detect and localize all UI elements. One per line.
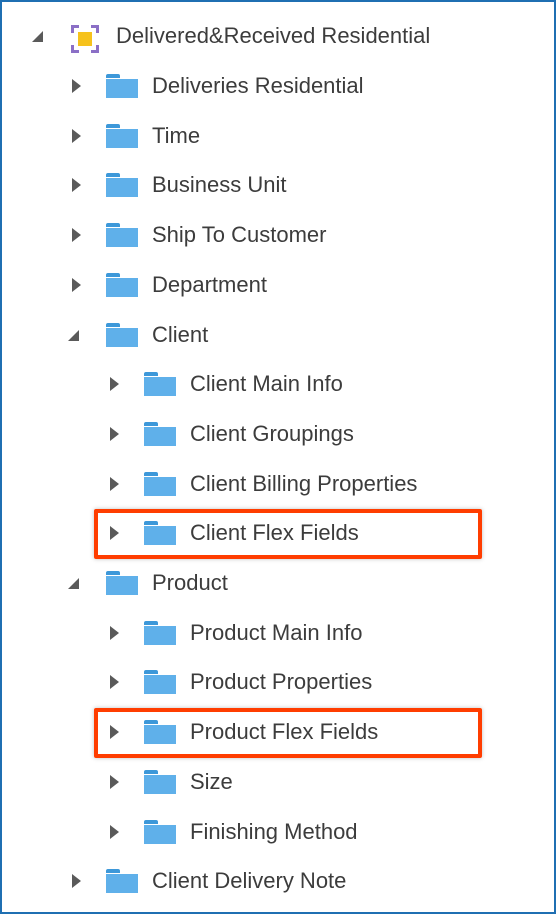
expand-icon[interactable] bbox=[108, 625, 122, 641]
folder-icon bbox=[144, 770, 176, 794]
expand-icon[interactable] bbox=[108, 476, 122, 492]
tree-node-product-main-info[interactable]: Product Main Info bbox=[2, 613, 554, 653]
tree-node-department[interactable]: Department bbox=[2, 265, 554, 305]
folder-icon bbox=[144, 621, 176, 645]
tree-node-size[interactable]: Size bbox=[2, 762, 554, 802]
folder-icon bbox=[106, 223, 138, 247]
tree-node-label: Product bbox=[152, 570, 228, 595]
tree-node-client-groupings[interactable]: Client Groupings bbox=[2, 414, 554, 454]
tree-node-label: Client Delivery Note bbox=[152, 868, 347, 893]
tree-node-ship-to-customer[interactable]: Ship To Customer bbox=[2, 215, 554, 255]
tree-node-finishing-method[interactable]: Finishing Method bbox=[2, 812, 554, 852]
subject-area-tree-panel: Delivered&Received Residential Deliverie… bbox=[0, 0, 556, 914]
folder-icon bbox=[106, 124, 138, 148]
highlight-box-client-flex-fields bbox=[94, 509, 482, 559]
tree-node-label: Finishing Method bbox=[190, 819, 358, 844]
tree-node-label: Client Main Info bbox=[190, 371, 343, 396]
tree-node-label: Size bbox=[190, 769, 233, 794]
expand-icon[interactable] bbox=[108, 426, 122, 442]
collapse-icon[interactable] bbox=[68, 327, 82, 343]
tree-node-label: Department bbox=[152, 272, 267, 297]
tree-node-client-billing-properties[interactable]: Client Billing Properties bbox=[2, 464, 554, 504]
folder-icon bbox=[106, 273, 138, 297]
tree-node-label: Client bbox=[152, 322, 209, 347]
expand-icon[interactable] bbox=[70, 227, 84, 243]
folder-icon bbox=[106, 869, 138, 893]
tree-node-product[interactable]: Product bbox=[2, 563, 554, 603]
folder-icon bbox=[106, 323, 138, 347]
tree-node-label: Product Main Info bbox=[190, 620, 363, 645]
folder-icon bbox=[144, 422, 176, 446]
expand-icon[interactable] bbox=[108, 824, 122, 840]
tree-node-label: Deliveries Residential bbox=[152, 73, 364, 98]
expand-icon[interactable] bbox=[70, 177, 84, 193]
tree-node-business-unit[interactable]: Business Unit bbox=[2, 165, 554, 205]
expand-icon[interactable] bbox=[108, 376, 122, 392]
tree-node-label: Time bbox=[152, 123, 201, 148]
tree-node-label: Ship To Customer bbox=[152, 222, 327, 247]
folder-icon bbox=[144, 670, 176, 694]
expand-icon[interactable] bbox=[70, 873, 84, 889]
folder-icon bbox=[106, 173, 138, 197]
tree-node-client[interactable]: Client bbox=[2, 315, 554, 355]
tree-node-label: Client Billing Properties bbox=[190, 471, 418, 496]
collapse-icon[interactable] bbox=[68, 575, 82, 591]
folder-icon bbox=[106, 74, 138, 98]
tree-node-label: Product Properties bbox=[190, 669, 373, 694]
highlight-box-product-flex-fields bbox=[94, 708, 482, 758]
tree-node-deliveries-residential[interactable]: Deliveries Residential bbox=[2, 66, 554, 106]
expand-icon[interactable] bbox=[70, 78, 84, 94]
expand-icon[interactable] bbox=[108, 674, 122, 690]
folder-icon bbox=[106, 571, 138, 595]
subject-area-icon bbox=[70, 24, 100, 54]
tree-node-label: Client Groupings bbox=[190, 421, 354, 446]
folder-icon bbox=[144, 820, 176, 844]
folder-icon bbox=[144, 372, 176, 396]
tree-root-row[interactable]: Delivered&Received Residential bbox=[2, 16, 554, 56]
expand-icon[interactable] bbox=[70, 277, 84, 293]
expand-icon[interactable] bbox=[70, 128, 84, 144]
expand-collapse-icon[interactable] bbox=[32, 28, 46, 44]
folder-icon bbox=[144, 472, 176, 496]
tree-root-label: Delivered&Received Residential bbox=[116, 23, 431, 48]
tree-node-product-properties[interactable]: Product Properties bbox=[2, 662, 554, 702]
tree-node-time[interactable]: Time bbox=[2, 116, 554, 156]
expand-icon[interactable] bbox=[108, 774, 122, 790]
tree-node-label: Business Unit bbox=[152, 172, 287, 197]
tree-node-client-delivery-note[interactable]: Client Delivery Note bbox=[2, 861, 554, 901]
tree-node-client-main-info[interactable]: Client Main Info bbox=[2, 364, 554, 404]
